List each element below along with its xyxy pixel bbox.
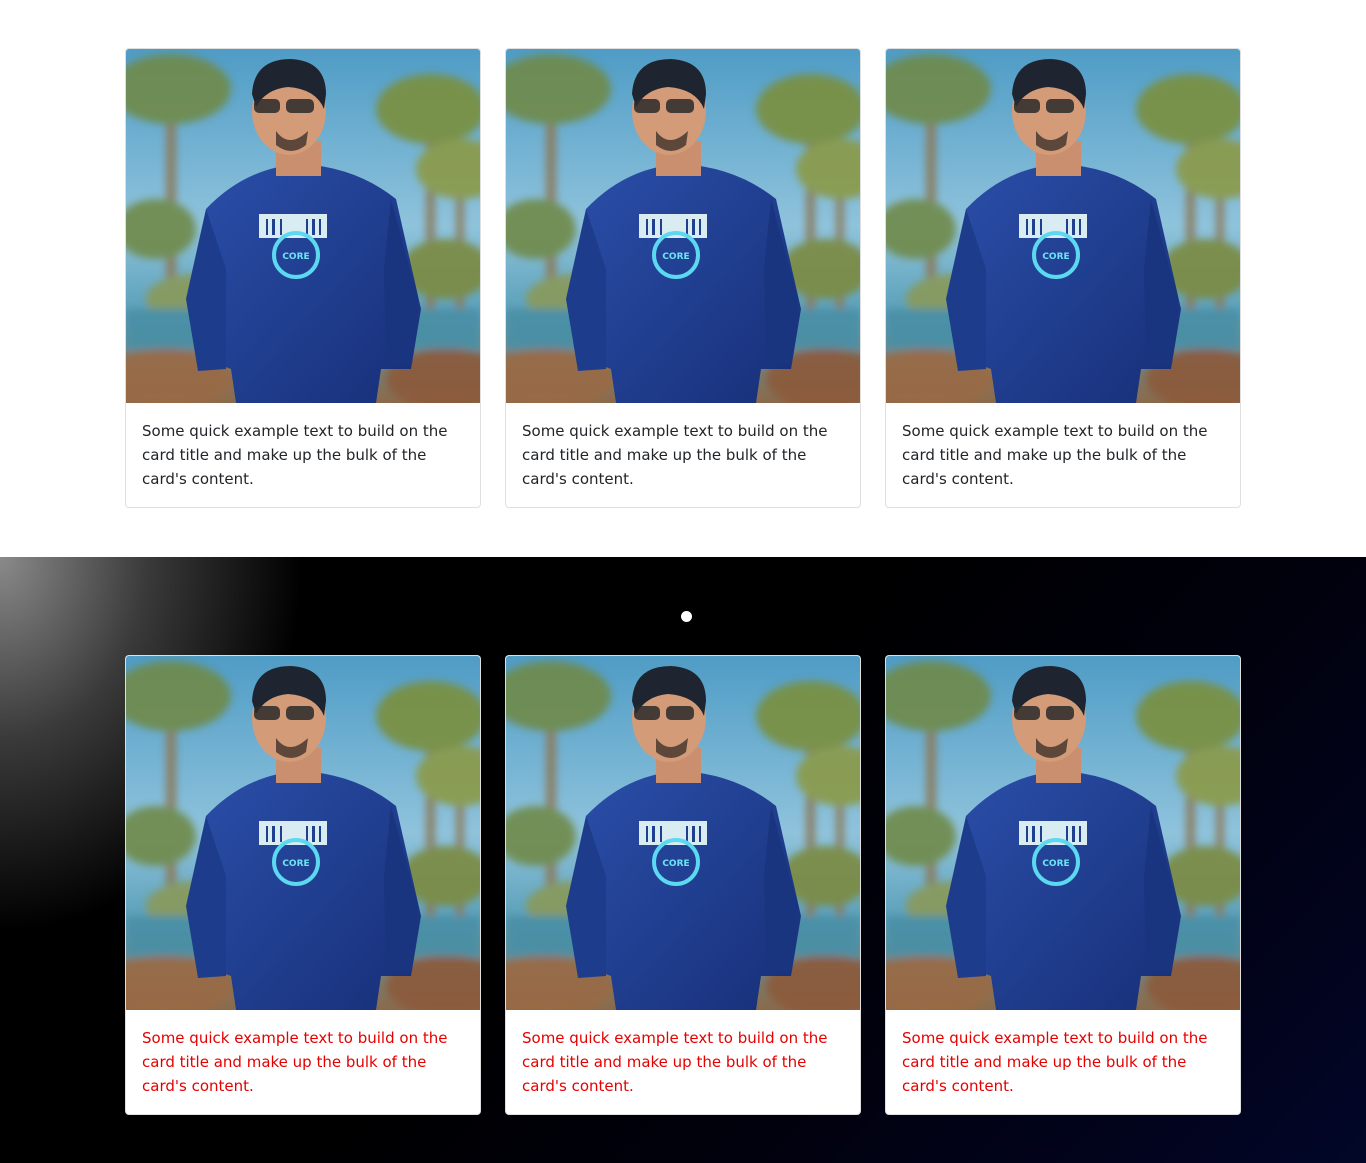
carousel-dot-indicator[interactable] bbox=[681, 611, 692, 622]
card-text: Some quick example text to build on the … bbox=[902, 1029, 1208, 1095]
card: Some quick example text to build on the … bbox=[125, 655, 481, 1115]
card-body: Some quick example text to build on the … bbox=[506, 1010, 860, 1114]
dark-section: Some quick example text to build on the … bbox=[0, 557, 1366, 1163]
card-text: Some quick example text to build on the … bbox=[522, 1029, 828, 1095]
card: Some quick example text to build on the … bbox=[125, 48, 481, 508]
card: Some quick example text to build on the … bbox=[885, 48, 1241, 508]
card-image bbox=[126, 49, 480, 403]
card-image bbox=[506, 656, 860, 1010]
card-text: Some quick example text to build on the … bbox=[522, 422, 828, 488]
card-body: Some quick example text to build on the … bbox=[886, 403, 1240, 507]
card-image bbox=[886, 49, 1240, 403]
light-section: Some quick example text to build on the … bbox=[0, 0, 1366, 557]
card-body: Some quick example text to build on the … bbox=[126, 1010, 480, 1114]
card-text: Some quick example text to build on the … bbox=[902, 422, 1208, 488]
card-image bbox=[126, 656, 480, 1010]
card: Some quick example text to build on the … bbox=[505, 48, 861, 508]
card-text: Some quick example text to build on the … bbox=[142, 422, 448, 488]
card-text: Some quick example text to build on the … bbox=[142, 1029, 448, 1095]
card-body: Some quick example text to build on the … bbox=[506, 403, 860, 507]
card-image bbox=[506, 49, 860, 403]
card-image bbox=[886, 656, 1240, 1010]
card-body: Some quick example text to build on the … bbox=[886, 1010, 1240, 1114]
card-body: Some quick example text to build on the … bbox=[126, 403, 480, 507]
card: Some quick example text to build on the … bbox=[885, 655, 1241, 1115]
card: Some quick example text to build on the … bbox=[505, 655, 861, 1115]
